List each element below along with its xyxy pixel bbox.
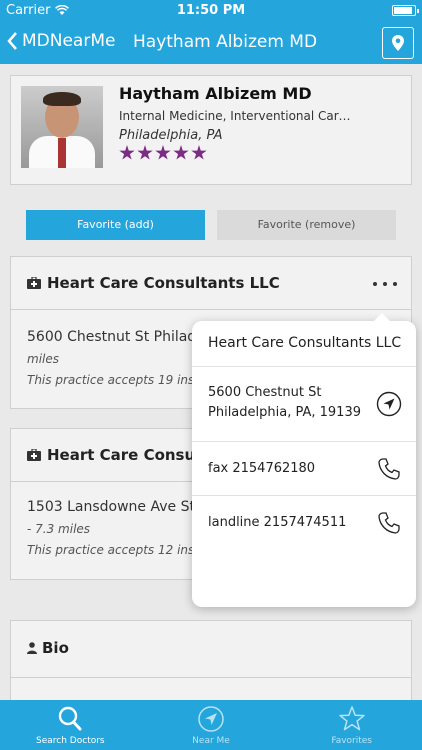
star-icon (338, 706, 365, 731)
navigation-icon (198, 706, 224, 732)
chevron-left-icon (7, 32, 17, 50)
practice-name: Heart Care Consultants LLC (47, 274, 280, 292)
navigation-bar: MDNearMe Haytham Albizem MD (0, 22, 422, 64)
medical-kit-icon (27, 277, 41, 289)
location-pin-icon (392, 35, 404, 51)
star-icon (119, 145, 135, 160)
tab-bar: Search Doctors Near Me Favorites (0, 700, 422, 750)
star-icon (155, 145, 171, 160)
divider (11, 677, 411, 678)
popover-fax: fax 2154762180 (208, 461, 316, 476)
popover-address-line1: 5600 Chestnut St (208, 385, 322, 400)
practice-address: 1503 Lansdowne Ave Ste (27, 499, 204, 515)
star-icon (173, 145, 189, 160)
practice-options-popover: Heart Care Consultants LLC 5600 Chestnut… (192, 313, 416, 607)
doctor-card: Haytham Albizem MD Internal Medicine, In… (10, 75, 412, 185)
tab-label: Search Doctors (36, 736, 105, 746)
popover-landline: landline 2157474511 (208, 515, 347, 530)
doctor-specialty: Internal Medicine, Interventional Cardio… (119, 109, 354, 123)
directions-row[interactable]: 5600 Chestnut St Philadelphia, PA, 19139 (192, 366, 416, 441)
doctor-name: Haytham Albizem MD (119, 84, 312, 103)
page-title: Haytham Albizem MD (133, 32, 318, 52)
tab-near-me[interactable]: Near Me (141, 700, 282, 750)
back-label: MDNearMe (22, 31, 116, 51)
map-button[interactable] (382, 27, 414, 59)
popover-address-line2: Philadelphia, PA, 19139 (208, 405, 361, 420)
person-icon (27, 642, 37, 654)
back-button[interactable]: MDNearMe (6, 31, 115, 51)
divider (11, 309, 411, 310)
star-icon (191, 145, 207, 160)
bio-section[interactable]: Bio (10, 620, 412, 710)
practice-header: Heart Care Consultants LLC (27, 274, 280, 292)
tab-label: Favorites (331, 736, 372, 746)
star-icon (137, 145, 153, 160)
phone-icon (378, 512, 400, 534)
rating-stars (119, 145, 207, 161)
doctor-location: Philadelphia, PA (119, 128, 223, 143)
practice-insurance: This practice accepts 12 insura (27, 543, 215, 557)
more-options-button[interactable] (373, 273, 397, 293)
practice-address: 5600 Chestnut St Philade (27, 329, 205, 345)
status-bar: Carrier 11:50 PM (0, 0, 422, 22)
bio-label: Bio (42, 639, 69, 657)
fax-row[interactable]: fax 2154762180 (192, 441, 416, 495)
navigation-arrow-icon (376, 391, 402, 417)
doctor-photo (21, 86, 103, 168)
search-icon (59, 706, 82, 731)
bio-header: Bio (27, 639, 69, 657)
battery-icon (392, 5, 419, 16)
status-time: 11:50 PM (176, 3, 246, 18)
medical-kit-icon (27, 449, 41, 461)
tab-favorites[interactable]: Favorites (281, 700, 422, 750)
favorite-remove-button[interactable]: Favorite (remove) (217, 210, 396, 240)
landline-row[interactable]: landline 2157474511 (192, 495, 416, 549)
popover-title: Heart Care Consultants LLC (208, 335, 402, 351)
tab-label: Near Me (192, 736, 230, 746)
practice-insurance: This practice accepts 19 insura (27, 373, 215, 387)
practice-distance: miles (27, 352, 59, 366)
tab-search-doctors[interactable]: Search Doctors (0, 700, 141, 750)
favorite-add-button[interactable]: Favorite (add) (26, 210, 205, 240)
phone-icon (378, 458, 400, 480)
practice-distance: - 7.3 miles (27, 522, 91, 536)
